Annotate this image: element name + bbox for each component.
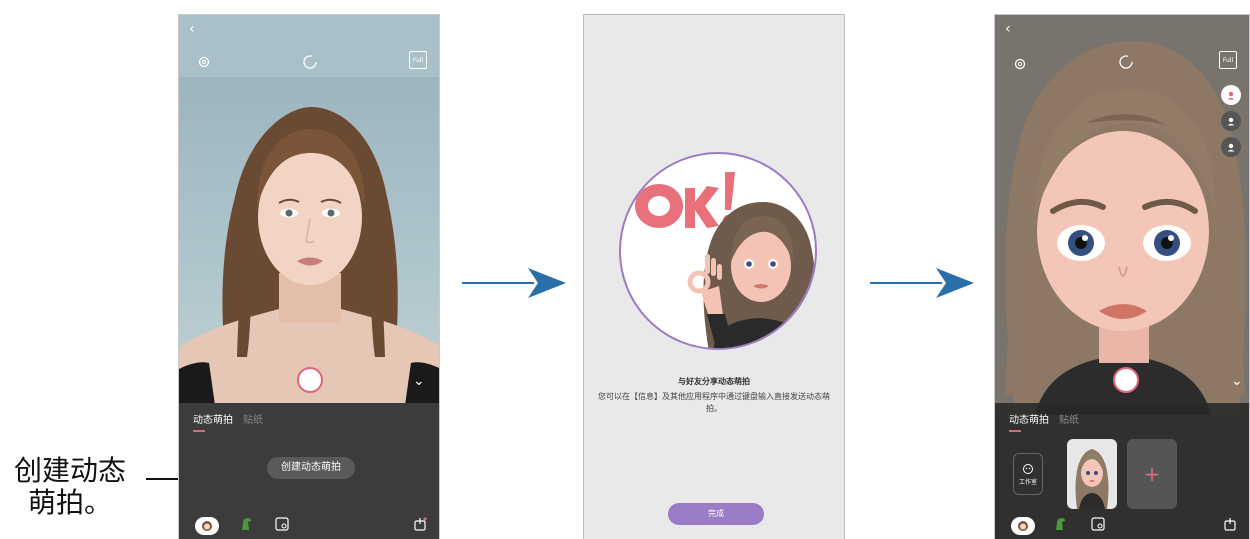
add-avatar-button[interactable]: +	[1127, 439, 1177, 509]
gear-icon[interactable]	[193, 51, 215, 73]
portrait-photo	[179, 107, 439, 405]
shutter-button[interactable]	[1113, 367, 1139, 393]
create-ar-emoji-button[interactable]: 创建动态萌拍	[267, 457, 355, 479]
shutter-button[interactable]	[297, 367, 323, 393]
timer-icon[interactable]	[1115, 51, 1137, 73]
person-icon[interactable]	[1221, 111, 1241, 131]
full-icon[interactable]: Full	[409, 51, 427, 69]
dinosaur-icon[interactable]	[239, 515, 253, 535]
tab-stickers[interactable]: 贴纸	[1059, 411, 1079, 426]
callout-line-1: 创建动态	[13, 454, 126, 487]
ar-emoji-preview	[619, 152, 817, 350]
gear-icon[interactable]	[1009, 53, 1031, 75]
bottom-toolbar	[179, 515, 439, 539]
flow-arrow-1	[462, 268, 566, 298]
timer-icon[interactable]	[299, 51, 321, 73]
callout-line-2: 萌拍。	[27, 486, 112, 519]
studio-button[interactable]: 工作室	[1013, 453, 1043, 495]
back-icon[interactable]: ‹	[1005, 21, 1011, 37]
screen-ar-emoji-camera: ‹ Full ⌄ 动态萌拍 贴纸 工作室 +	[994, 14, 1250, 539]
camera-topbar: ‹ Full	[995, 15, 1249, 77]
face-icon[interactable]	[1221, 137, 1241, 157]
dinosaur-icon[interactable]	[1053, 515, 1067, 535]
avatar-icon[interactable]	[1011, 517, 1035, 535]
tab-stickers[interactable]: 贴纸	[243, 411, 263, 426]
share-title: 与好友分享动态萌拍	[678, 377, 750, 386]
screen-camera-mode: ⌄ ‹ Full 动态萌拍 贴纸 创建动态萌拍	[178, 14, 440, 539]
tab-ar-emoji[interactable]: 动态萌拍	[193, 411, 233, 432]
avatar-switch-icon[interactable]	[1221, 85, 1241, 105]
back-icon[interactable]: ‹	[189, 21, 195, 37]
avatar-icon[interactable]	[195, 517, 219, 535]
screen-share-ar-emoji: 与好友分享动态萌拍 您可以在【信息】及其他应用程序中通过键盘输入直接发送动态萌拍…	[583, 14, 845, 539]
avatar-thumbnail[interactable]	[1067, 439, 1117, 509]
mode-panel: 动态萌拍 贴纸 工作室 +	[995, 403, 1249, 539]
camera-topbar: ‹ Full	[179, 15, 439, 77]
mode-tabs: 动态萌拍 贴纸	[1009, 411, 1079, 432]
done-button[interactable]: 完成	[668, 503, 764, 525]
mode-panel: 动态萌拍 贴纸 创建动态萌拍	[179, 403, 439, 539]
full-icon[interactable]: Full	[1219, 51, 1237, 69]
sticker-icon[interactable]	[1091, 516, 1105, 535]
chevron-down-icon[interactable]: ⌄	[1231, 373, 1243, 389]
chevron-down-icon[interactable]: ⌄	[413, 373, 425, 389]
tab-ar-emoji[interactable]: 动态萌拍	[1009, 411, 1049, 432]
camera-preview: ⌄	[179, 77, 439, 405]
plus-icon: +	[1143, 462, 1161, 486]
studio-label: 工作室	[1018, 478, 1037, 486]
callout-text: 创建动态 萌拍。	[6, 455, 134, 519]
share-description: 您可以在【信息】及其他应用程序中通过键盘输入直接发送动态萌拍。	[598, 392, 830, 413]
bottom-toolbar	[995, 515, 1249, 539]
share-icon[interactable]	[1223, 516, 1237, 535]
flow-arrow-2	[870, 268, 974, 298]
mode-tabs: 动态萌拍 贴纸	[193, 411, 263, 432]
sticker-icon[interactable]	[275, 516, 289, 535]
share-icon[interactable]	[413, 516, 427, 535]
ok-sticker	[635, 172, 735, 228]
